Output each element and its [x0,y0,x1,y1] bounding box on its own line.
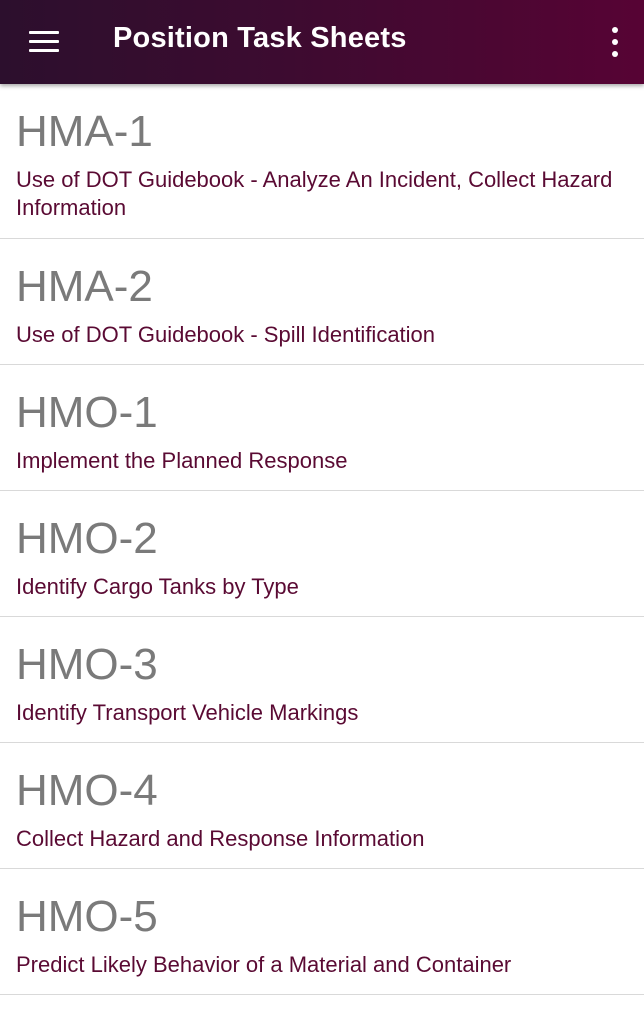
task-code: HMO-5 [16,892,158,941]
task-code: HMO-1 [16,388,158,437]
list-item[interactable]: HMA-2 Use of DOT Guidebook - Spill Ident… [0,239,644,365]
more-vertical-icon[interactable] [600,18,630,66]
task-description: Use of DOT Guidebook - Analyze An Incide… [16,167,613,220]
task-code: HMO-2 [16,514,158,563]
task-description: Identify Cargo Tanks by Type [16,574,299,599]
task-description: Collect Hazard and Response Information [16,826,425,851]
task-description: Identify Transport Vehicle Markings [16,700,359,725]
hamburger-menu-icon[interactable] [14,14,72,70]
task-description: Use of DOT Guidebook - Spill Identificat… [16,322,436,347]
list-item[interactable]: HMA-1 Use of DOT Guidebook - Analyze An … [0,84,644,239]
task-code: HMO-3 [16,640,158,689]
list-item[interactable]: HMO-2 Identify Cargo Tanks by Type [0,491,644,617]
task-description: Predict Likely Behavior of a Material an… [16,952,512,977]
task-code: HMO-4 [16,766,158,815]
list-item[interactable]: HMO-3 Identify Transport Vehicle Marking… [0,617,644,743]
app-bar: Position Task Sheets [0,0,644,84]
task-sheet-list: HMA-1 Use of DOT Guidebook - Analyze An … [0,84,644,1024]
task-description: Implement the Planned Response [16,448,348,473]
task-code: HMA-2 [16,262,153,311]
page-title: Position Task Sheets [113,22,407,54]
task-code: HMA-1 [16,107,153,156]
list-item[interactable]: HMO-1 Implement the Planned Response [0,365,644,491]
list-item[interactable]: HMO-5 Predict Likely Behavior of a Mater… [0,869,644,995]
list-item[interactable]: HMO-4 Collect Hazard and Response Inform… [0,743,644,869]
